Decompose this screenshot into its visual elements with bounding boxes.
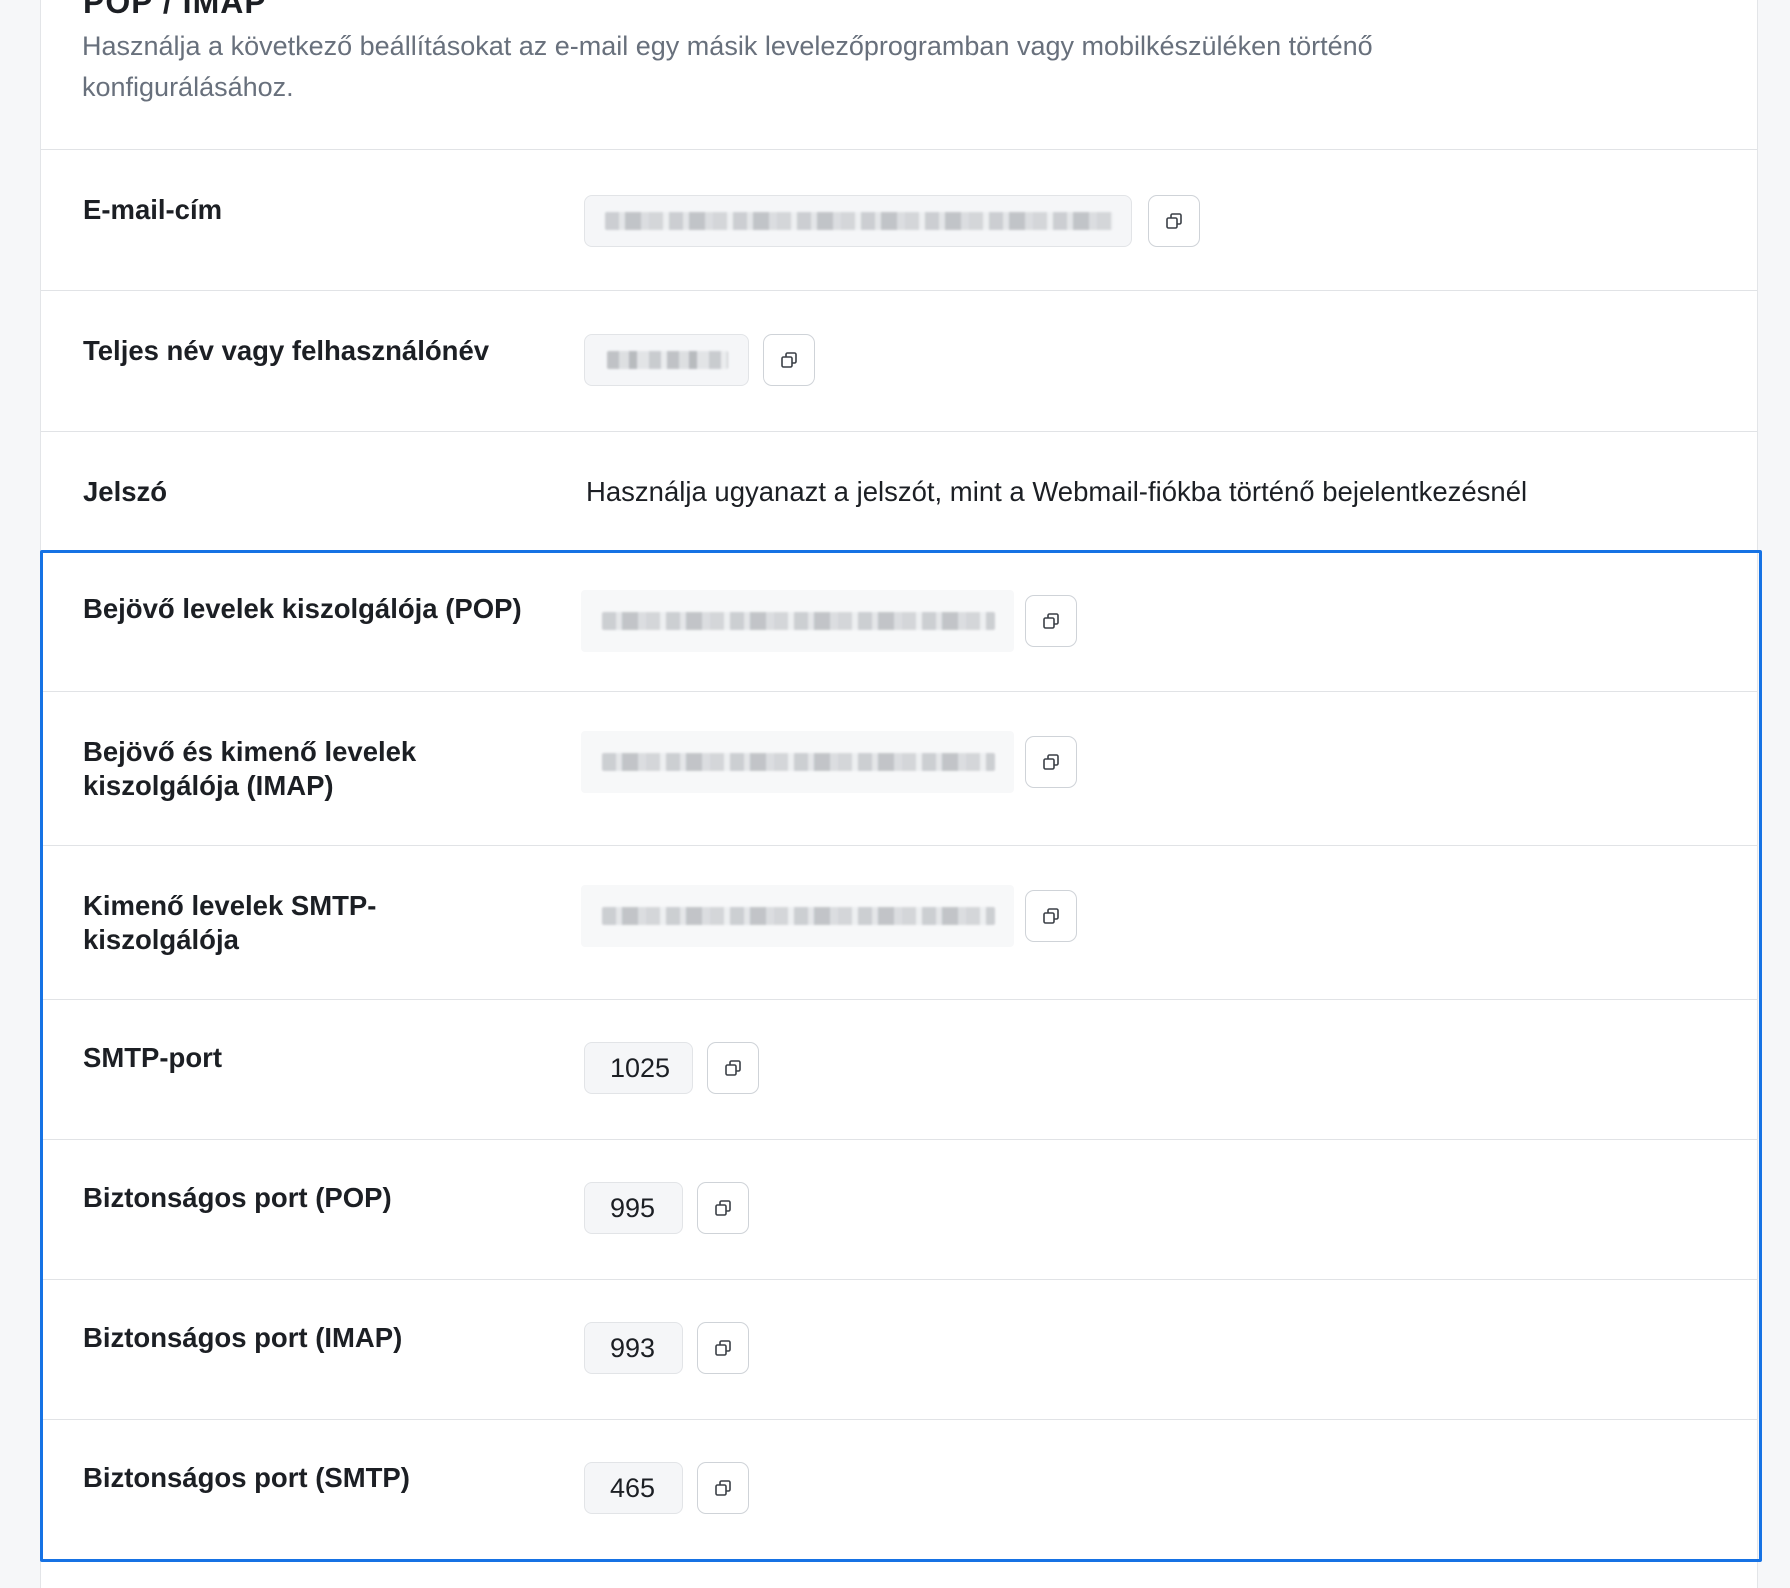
row-username: Teljes név vagy felhasználónév — [41, 290, 1757, 431]
copy-icon — [725, 1060, 741, 1076]
copy-icon — [1043, 908, 1059, 924]
row-smtp-server: Kimenő levelek SMTP-kiszolgálója — [41, 845, 1757, 999]
password-hint: Használja ugyanazt a jelszót, mint a Web… — [586, 476, 1528, 507]
row-imap-server: Bejövő és kimenő levelek kiszolgálója (I… — [41, 691, 1757, 845]
settings-card: POP / IMAP Használja a következő beállít… — [40, 0, 1758, 1588]
section-description: Használja a következő beállításokat az e… — [82, 31, 1373, 102]
copy-smtp-server-button[interactable] — [1025, 890, 1077, 942]
row-secure-pop: Biztonságos port (POP) 995 — [41, 1139, 1757, 1279]
redacted-value — [607, 351, 728, 369]
copy-imap-server-button[interactable] — [1025, 736, 1077, 788]
smtp-server-value-field[interactable] — [581, 885, 1014, 947]
redacted-value — [602, 907, 995, 925]
redacted-value — [605, 212, 1113, 230]
email-value-field[interactable] — [584, 195, 1132, 247]
copy-icon — [715, 1200, 731, 1216]
copy-icon — [715, 1480, 731, 1496]
copy-icon — [1166, 213, 1182, 229]
copy-pop-server-button[interactable] — [1025, 595, 1077, 647]
row-label-secure-imap: Biztonságos port (IMAP) — [83, 1322, 403, 1353]
copy-icon — [1043, 754, 1059, 770]
row-label-smtp-server: Kimenő levelek SMTP-kiszolgálója — [83, 890, 377, 955]
redacted-value — [602, 612, 995, 630]
row-pop-server: Bejövő levelek kiszolgálója (POP) — [41, 552, 1757, 691]
username-value-field[interactable] — [584, 334, 749, 386]
row-label-imap-server: Bejövő és kimenő levelek kiszolgálója (I… — [83, 736, 417, 801]
row-secure-imap: Biztonságos port (IMAP) 993 — [41, 1279, 1757, 1419]
copy-secure-imap-button[interactable] — [697, 1322, 749, 1374]
row-label-secure-smtp: Biztonságos port (SMTP) — [83, 1462, 410, 1493]
row-password: Jelszó Használja ugyanazt a jelszót, min… — [41, 431, 1757, 552]
imap-server-value-field[interactable] — [581, 731, 1014, 793]
secure-imap-value-field[interactable]: 993 — [584, 1322, 683, 1374]
row-label-smtp-port: SMTP-port — [83, 1042, 223, 1073]
copy-icon — [1043, 613, 1059, 629]
row-smtp-port: SMTP-port 1025 — [41, 999, 1757, 1139]
secure-smtp-value-field[interactable]: 465 — [584, 1462, 683, 1514]
row-label-email: E-mail-cím — [83, 194, 223, 225]
row-label-pop-server: Bejövő levelek kiszolgálója (POP) — [83, 593, 522, 624]
row-email: E-mail-cím — [41, 149, 1757, 290]
copy-secure-pop-button[interactable] — [697, 1182, 749, 1234]
smtp-port-value-field[interactable]: 1025 — [584, 1042, 693, 1094]
redacted-value — [602, 753, 995, 771]
secure-pop-value-field[interactable]: 995 — [584, 1182, 683, 1234]
copy-username-button[interactable] — [763, 334, 815, 386]
row-label-secure-pop: Biztonságos port (POP) — [83, 1182, 392, 1213]
copy-icon — [781, 352, 797, 368]
copy-smtp-port-button[interactable] — [707, 1042, 759, 1094]
pop-server-value-field[interactable] — [581, 590, 1014, 652]
row-label-username: Teljes név vagy felhasználónév — [83, 335, 490, 366]
row-label-password: Jelszó — [83, 476, 168, 507]
row-secure-smtp: Biztonságos port (SMTP) 465 — [41, 1419, 1757, 1562]
section-title: POP / IMAP — [83, 0, 267, 20]
copy-email-button[interactable] — [1148, 195, 1200, 247]
copy-secure-smtp-button[interactable] — [697, 1462, 749, 1514]
copy-icon — [715, 1340, 731, 1356]
